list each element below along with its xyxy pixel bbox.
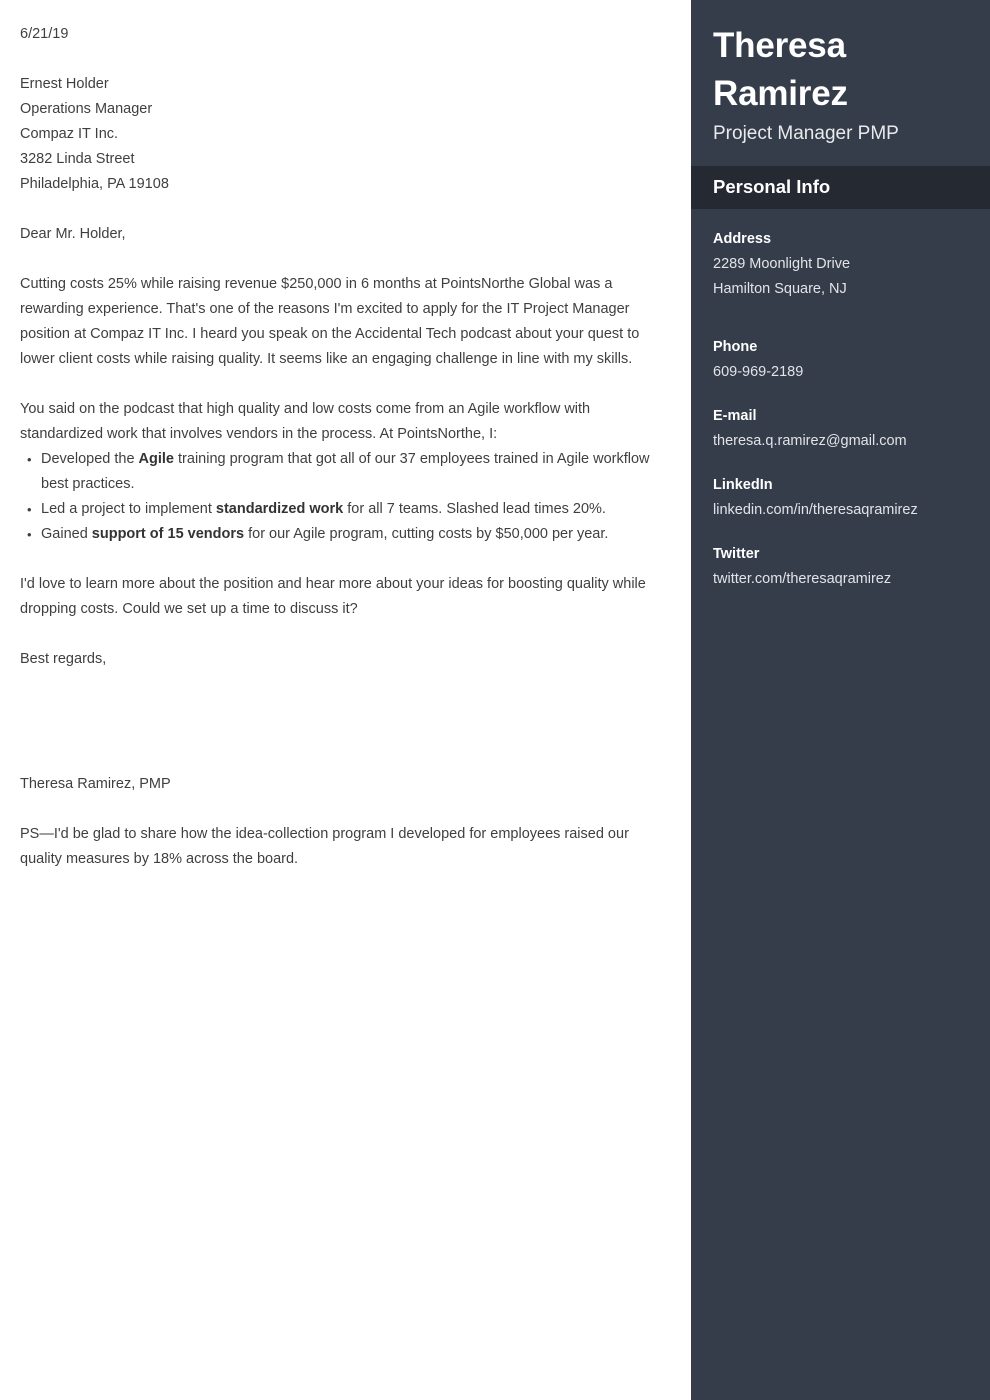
section-title: Personal Info: [713, 176, 831, 197]
candidate-job-title: Project Manager PMP: [713, 123, 899, 144]
salutation: Dear Mr. Holder,: [20, 226, 126, 242]
recipient-line: Compaz IT Inc.: [20, 126, 119, 142]
cover-letter-page: 6/21/19 Ernest Holder Operations Manager…: [0, 0, 990, 1400]
contact-address: Address 2289 Moonlight Drive Hamilton Sq…: [713, 227, 968, 302]
list-item: Gained support of 15 vendors for our Agi…: [27, 522, 667, 547]
contact-value: 2289 Moonlight Drive: [713, 256, 851, 272]
recipient-line: 3282 Linda Street: [20, 151, 135, 167]
recipient-line: Philadelphia, PA 19108: [20, 176, 169, 192]
bullet-text-bold: support of 15 vendors: [91, 526, 245, 542]
contact-phone: Phone 609-969-2189: [713, 335, 968, 385]
contact-twitter: Twitter twitter.com/theresaqramirez: [713, 542, 968, 592]
bullet-text-bold: Agile: [138, 451, 174, 467]
closing-salutation: Best regards,: [20, 651, 107, 667]
contact-label: LinkedIn: [713, 477, 773, 493]
contact-details: Address 2289 Moonlight Drive Hamilton Sq…: [691, 209, 990, 611]
recipient-address-block: Ernest Holder Operations Manager Compaz …: [20, 72, 667, 197]
signature-space: [20, 697, 667, 772]
contact-value: 609-969-2189: [713, 364, 804, 380]
contact-value: Hamilton Square, NJ: [713, 281, 847, 297]
recipient-line: Ernest Holder: [20, 76, 109, 92]
contact-value[interactable]: twitter.com/theresaqramirez: [713, 567, 968, 592]
contact-value[interactable]: theresa.q.ramirez@gmail.com: [713, 429, 968, 454]
body-paragraph-3: I'd love to learn more about the positio…: [20, 576, 646, 617]
candidate-name: Theresa Ramirez: [713, 26, 848, 113]
contact-label: Phone: [713, 339, 758, 355]
contact-label: E-mail: [713, 408, 757, 424]
contact-value[interactable]: linkedin.com/in/theresaqramirez: [713, 498, 968, 523]
sidebar-header: Theresa Ramirez Project Manager PMP: [691, 0, 990, 166]
sidebar: Theresa Ramirez Project Manager PMP Pers…: [691, 0, 990, 1400]
bullet-text-after: for all 7 teams. Slashed lead times 20%.: [343, 501, 606, 517]
bullet-text-before: Developed the: [41, 451, 139, 467]
contact-label: Address: [713, 231, 772, 247]
contact-email: E-mail theresa.q.ramirez@gmail.com: [713, 404, 968, 454]
signature-name: Theresa Ramirez, PMP: [20, 776, 171, 792]
letter-body: 6/21/19 Ernest Holder Operations Manager…: [0, 0, 691, 1400]
bullet-text-before: Gained: [41, 526, 92, 542]
list-item: Led a project to implement standardized …: [27, 497, 667, 522]
postscript: PS—I'd be glad to share how the idea-col…: [20, 826, 629, 867]
personal-info-section-header: Personal Info: [691, 166, 990, 209]
contact-linkedin: LinkedIn linkedin.com/in/theresaqramirez: [713, 473, 968, 523]
bullet-text-bold: standardized work: [215, 501, 344, 517]
list-item: Developed the Agile training program tha…: [27, 447, 667, 497]
bullet-text-before: Led a project to implement: [41, 501, 216, 517]
bullet-text-after: for our Agile program, cutting costs by …: [244, 526, 609, 542]
body-paragraph-2: You said on the podcast that high qualit…: [20, 401, 591, 442]
letter-date: 6/21/19: [20, 26, 69, 42]
contact-label: Twitter: [713, 546, 760, 562]
body-paragraph-1: Cutting costs 25% while raising revenue …: [20, 276, 640, 367]
achievements-list: Developed the Agile training program tha…: [20, 447, 667, 547]
recipient-line: Operations Manager: [20, 101, 153, 117]
